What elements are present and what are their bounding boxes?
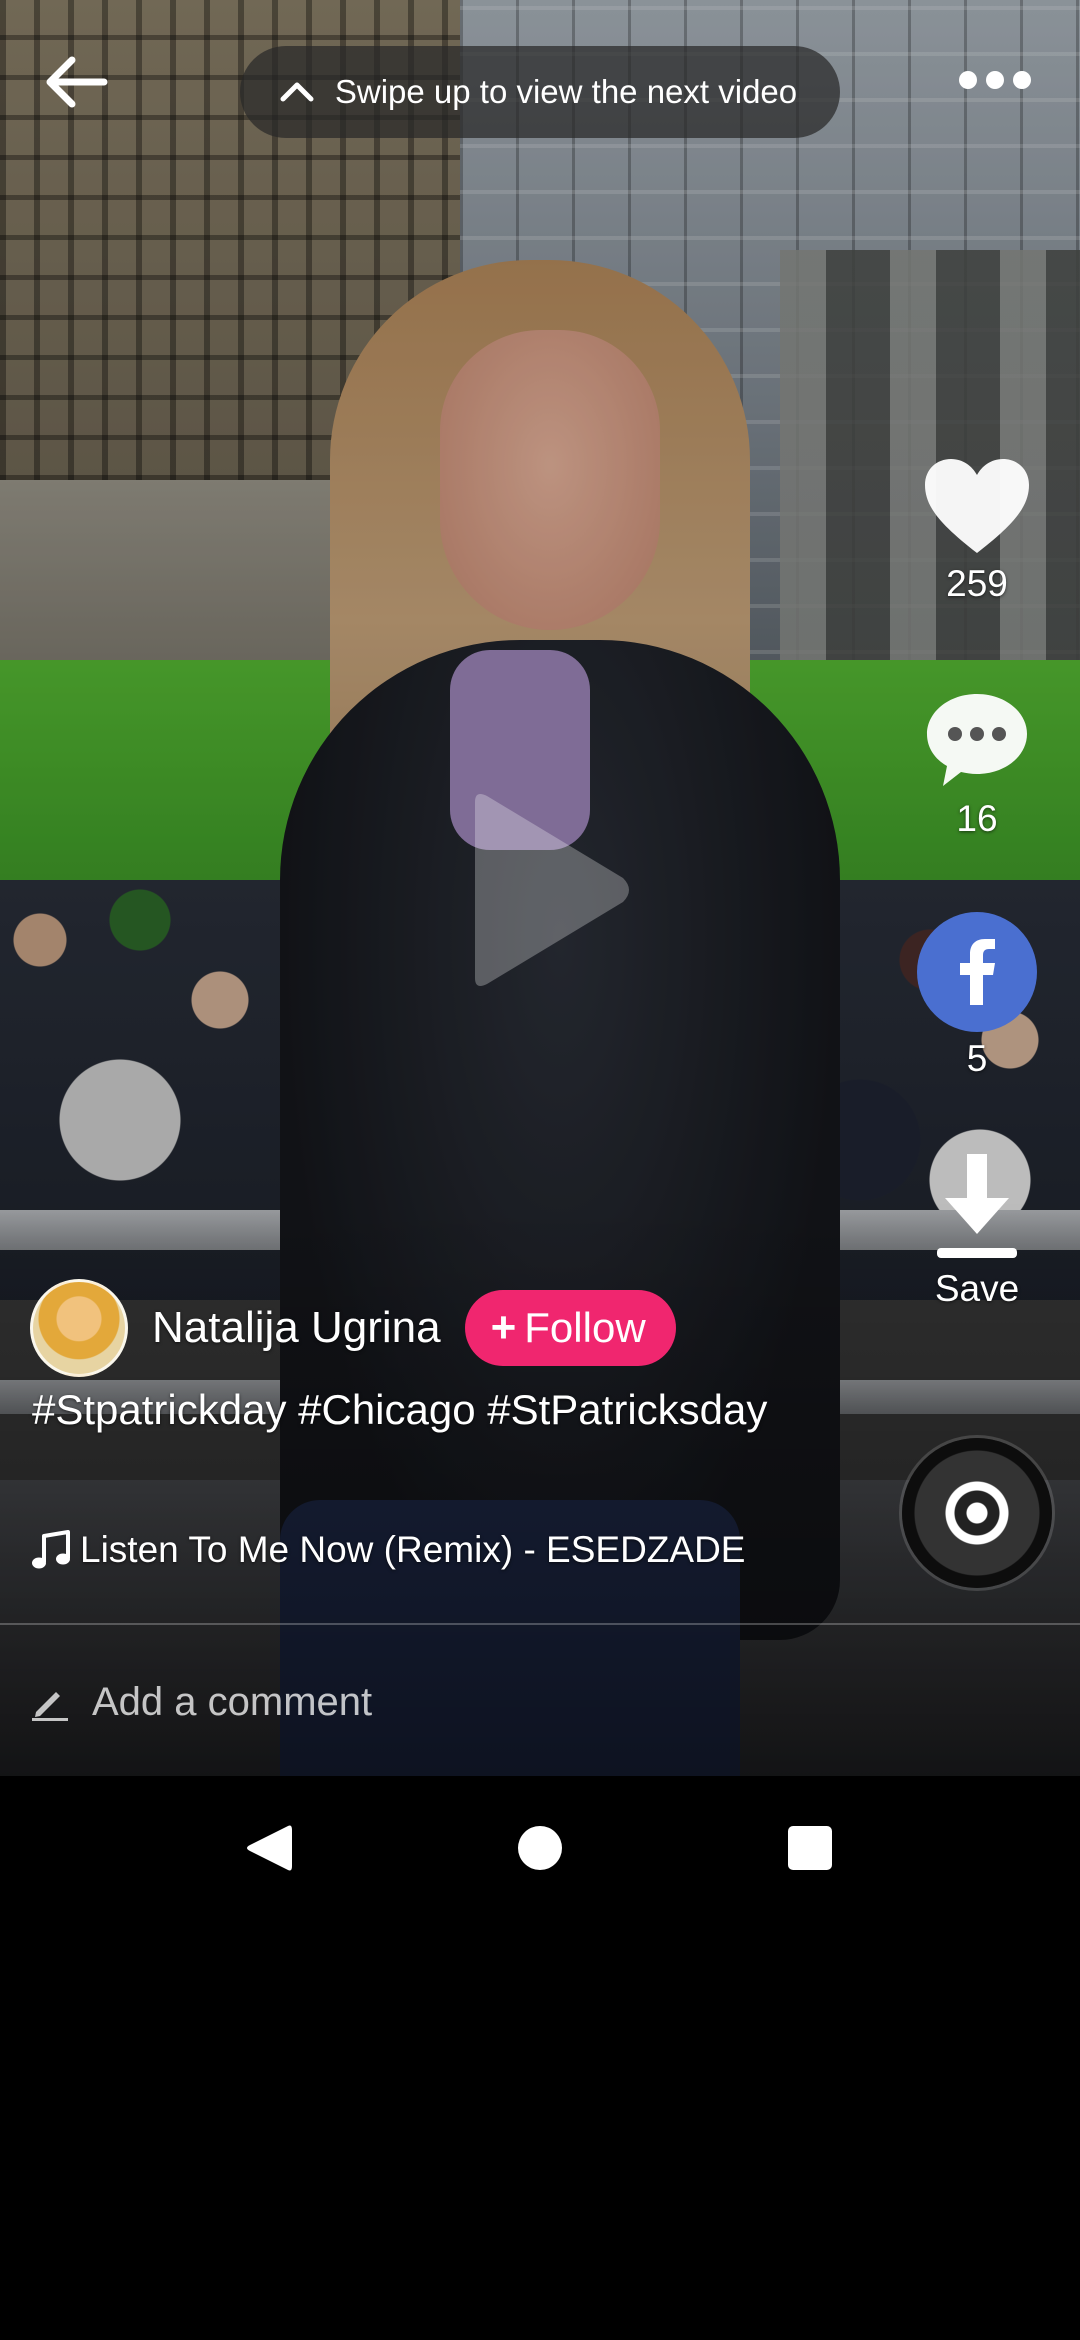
save-button[interactable]: Save <box>905 1150 1049 1310</box>
follow-label: Follow <box>524 1304 646 1351</box>
chevron-up-icon <box>272 67 322 117</box>
swipe-hint-text: Swipe up to view the next video <box>334 73 798 110</box>
more-dot-icon <box>959 71 977 89</box>
download-icon <box>937 1154 1017 1258</box>
nav-home-button[interactable] <box>504 1812 576 1884</box>
more-dot-icon <box>986 71 1004 89</box>
divider <box>0 1623 1080 1625</box>
nav-back-icon <box>247 1825 292 1871</box>
nav-recents-icon <box>788 1826 832 1870</box>
save-label: Save <box>934 1268 1020 1309</box>
swipe-hint[interactable]: Swipe up to view the next video <box>240 46 840 138</box>
music-disc[interactable] <box>902 1438 1052 1588</box>
author-row: Natalija Ugrina + Follow <box>30 1278 676 1378</box>
play-icon[interactable] <box>455 790 635 990</box>
facebook-share-button[interactable]: 5 <box>905 912 1049 1080</box>
music-note-icon <box>32 1530 70 1569</box>
arrow-left-icon <box>46 56 108 108</box>
author-name[interactable]: Natalija Ugrina <box>152 1303 441 1353</box>
comment-placeholder: Add a comment <box>92 1679 373 1724</box>
pencil-icon <box>32 1692 68 1721</box>
music-title: Listen To Me Now (Remix) - ESEDZADE <box>80 1529 746 1570</box>
back-button[interactable] <box>36 46 116 118</box>
comment-count: 16 <box>956 798 998 839</box>
more-options-button[interactable] <box>950 56 1040 104</box>
more-dot-icon <box>1013 71 1031 89</box>
post-caption[interactable]: #Stpatrickday #Chicago #StPatricksday <box>32 1380 852 1440</box>
heart-icon <box>925 459 1029 553</box>
follow-button[interactable]: + Follow <box>464 1290 676 1366</box>
comment-button[interactable]: 16 <box>905 688 1049 840</box>
comment-bubble-icon <box>927 694 1027 786</box>
avatar[interactable] <box>30 1279 128 1377</box>
nav-home-icon <box>518 1826 562 1870</box>
system-nav-bar <box>0 1776 1080 1920</box>
facebook-icon <box>917 912 1037 1032</box>
share-count: 5 <box>966 1038 988 1079</box>
music-track[interactable]: Listen To Me Now (Remix) - ESEDZADE <box>30 1528 745 1572</box>
nav-back-button[interactable] <box>232 1812 304 1884</box>
like-count: 259 <box>946 563 1008 604</box>
comment-input[interactable]: Add a comment <box>30 1670 372 1734</box>
plus-icon: + <box>490 1303 517 1352</box>
nav-recents-button[interactable] <box>774 1812 846 1884</box>
like-button[interactable]: 259 <box>905 455 1049 605</box>
